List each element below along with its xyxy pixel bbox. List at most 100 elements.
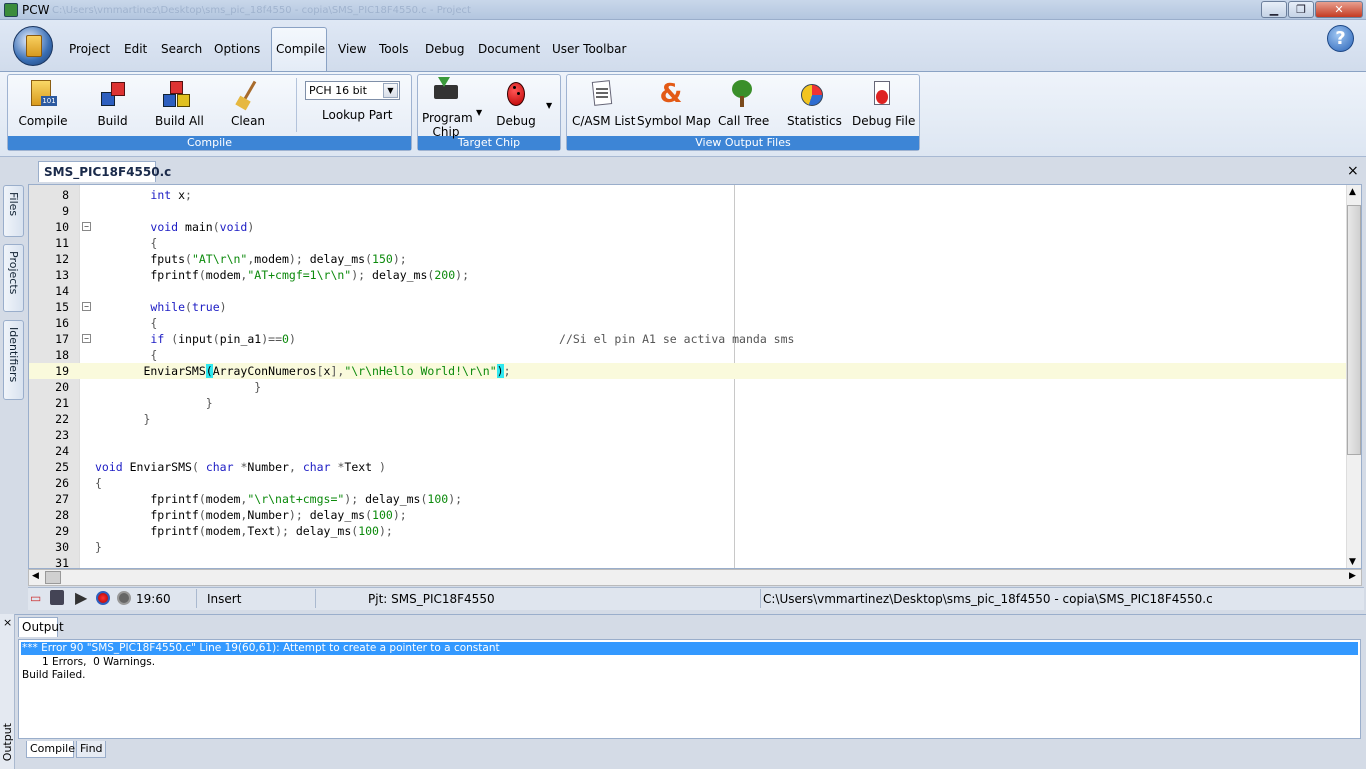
side-tab-files[interactable]: Files: [3, 185, 24, 237]
document-tab-strip: [28, 160, 1364, 184]
scroll-left-icon[interactable]: ◀: [32, 571, 39, 581]
debug-button[interactable]: Debug: [496, 78, 536, 128]
menu-bar: [0, 20, 1366, 71]
build-all-button[interactable]: Build All: [155, 78, 204, 128]
output-side-tab[interactable]: × Output: [0, 614, 15, 769]
code-line[interactable]: 18 {: [29, 347, 1346, 363]
menu-document[interactable]: Document: [478, 42, 540, 56]
bookmark-remove-icon[interactable]: ▭: [30, 591, 42, 605]
lookup-part-button[interactable]: Lookup Part: [322, 108, 392, 122]
code-line[interactable]: 23: [29, 427, 1346, 443]
app-menu-orb-icon[interactable]: [13, 26, 53, 66]
error-summary-line[interactable]: 1 Errors, 0 Warnings.: [22, 656, 155, 668]
stop-icon[interactable]: [117, 591, 131, 605]
code-line[interactable]: 19 EnviarSMS(ArrayConNumeros[x],"\r\nHel…: [29, 363, 1346, 379]
build-button[interactable]: Build: [90, 78, 135, 128]
code-text: }: [254, 380, 262, 394]
side-tab-projects[interactable]: Projects: [3, 244, 24, 312]
tab-compiler[interactable]: Compiler: [26, 741, 80, 758]
menu-user-toolbar[interactable]: User Toolbar: [552, 42, 626, 56]
code-line[interactable]: 17 − if (input(pin_a1)==0) //Si el pin A1…: [29, 331, 1346, 347]
build-result-line[interactable]: Build Failed.: [22, 669, 86, 681]
save-icon[interactable]: [50, 590, 64, 605]
output-messages[interactable]: *** Error 90 "SMS_PIC18F4550.c" Line 19(…: [18, 639, 1361, 739]
clean-button[interactable]: Clean: [228, 78, 268, 128]
record-icon[interactable]: [96, 591, 110, 605]
debug-file-button[interactable]: Debug File: [852, 78, 915, 128]
code-line[interactable]: 16 {: [29, 315, 1346, 331]
close-output-icon[interactable]: ×: [3, 616, 12, 629]
code-line[interactable]: 29 fprintf(modem,Text); delay_ms(100);: [29, 523, 1346, 539]
code-text: {: [150, 236, 158, 250]
code-line[interactable]: 20 }: [29, 379, 1346, 395]
debug-label: Debug: [496, 114, 536, 128]
code-line[interactable]: 8 int x;: [29, 187, 1346, 203]
code-line[interactable]: 14: [29, 283, 1346, 299]
compiler-select[interactable]: PCH 16 bit ▼: [305, 81, 400, 100]
fold-toggle-icon[interactable]: −: [82, 222, 91, 231]
debug-dropdown-icon[interactable]: ▼: [546, 101, 552, 110]
program-chip-label-1: Program: [422, 111, 473, 125]
code-line[interactable]: 10 − void main(void): [29, 219, 1346, 235]
compile-button[interactable]: 101 Compile: [18, 78, 68, 128]
status-separator: [196, 589, 197, 608]
close-document-icon[interactable]: ×: [1347, 163, 1359, 179]
code-line[interactable]: 25 void EnviarSMS( char *Number, char *Te…: [29, 459, 1346, 475]
code-line[interactable]: 9: [29, 203, 1346, 219]
error-message-line[interactable]: *** Error 90 "SMS_PIC18F4550.c" Line 19(…: [21, 642, 1358, 655]
scroll-down-icon[interactable]: ▼: [1349, 557, 1356, 567]
symbol-map-button[interactable]: & Symbol Map: [637, 78, 711, 128]
c-asm-list-button[interactable]: C/ASM List: [572, 78, 635, 128]
scroll-right-icon[interactable]: ▶: [1349, 571, 1356, 581]
call-tree-button[interactable]: Call Tree: [718, 78, 769, 128]
play-icon[interactable]: ▶: [75, 588, 87, 607]
code-line[interactable]: 11 {: [29, 235, 1346, 251]
menu-view[interactable]: View: [338, 42, 366, 56]
chevron-down-icon[interactable]: ▼: [383, 83, 398, 98]
code-line[interactable]: 21 }: [29, 395, 1346, 411]
menu-debug[interactable]: Debug: [425, 42, 464, 56]
code-line[interactable]: 12 fputs("AT\r\n",modem); delay_ms(150);: [29, 251, 1346, 267]
menu-options[interactable]: Options: [214, 42, 260, 56]
menu-tools[interactable]: Tools: [379, 42, 409, 56]
code-line[interactable]: 15 − while(true): [29, 299, 1346, 315]
menu-edit[interactable]: Edit: [124, 42, 147, 56]
tab-find[interactable]: Find: [76, 741, 106, 758]
fold-toggle-icon[interactable]: −: [82, 302, 91, 311]
vertical-scroll-thumb[interactable]: [1347, 205, 1361, 455]
horizontal-scroll-thumb[interactable]: [45, 571, 61, 584]
code-line[interactable]: 28 fprintf(modem,Number); delay_ms(100);: [29, 507, 1346, 523]
code-text: }: [95, 540, 102, 554]
program-chip-button[interactable]: Program Chip: [422, 77, 473, 139]
tab-sms-pic18f4550[interactable]: SMS_PIC18F4550.c: [38, 161, 171, 182]
code-line[interactable]: 30}: [29, 539, 1346, 555]
statistics-button[interactable]: Statistics: [787, 78, 842, 128]
bug-icon: [500, 78, 532, 110]
program-chip-dropdown-icon[interactable]: ▼: [476, 108, 482, 117]
code-line[interactable]: 31: [29, 555, 1346, 568]
menu-compile[interactable]: Compile: [276, 42, 325, 56]
code-line[interactable]: 13 fprintf(modem,"AT+cmgf=1\r\n"); delay…: [29, 267, 1346, 283]
maximize-button[interactable]: ❐: [1288, 1, 1314, 18]
code-line[interactable]: 27 fprintf(modem,"\r\nat+cmgs="); delay_…: [29, 491, 1346, 507]
code-text: fprintf(modem,Number); delay_ms(100);: [95, 508, 407, 522]
code-line[interactable]: 22 }: [29, 411, 1346, 427]
menu-search[interactable]: Search: [161, 42, 202, 56]
minimize-button[interactable]: ▁: [1261, 1, 1287, 18]
menu-project[interactable]: Project: [69, 42, 110, 56]
build-label: Build: [97, 114, 128, 128]
help-icon[interactable]: ?: [1327, 25, 1354, 52]
code-text: fprintf(modem,"\r\nat+cmgs="); delay_ms(…: [95, 492, 463, 506]
code-text: while(true): [150, 300, 227, 314]
tab-output[interactable]: Output: [18, 617, 64, 637]
close-window-button[interactable]: ✕: [1315, 1, 1363, 18]
code-editor[interactable]: 8 int x; 9 10− void main(void) 11 {12 fputs…: [28, 184, 1362, 569]
scroll-up-icon[interactable]: ▲: [1349, 187, 1356, 197]
code-line[interactable]: 24: [29, 443, 1346, 459]
line-number: 26: [55, 476, 69, 490]
code-line[interactable]: 26 {: [29, 475, 1346, 491]
side-tab-identifiers[interactable]: Identifiers: [3, 320, 24, 400]
horizontal-scrollbar[interactable]: ◀ ▶: [28, 569, 1362, 586]
code-text: {: [150, 348, 158, 362]
fold-toggle-icon[interactable]: −: [82, 334, 91, 343]
